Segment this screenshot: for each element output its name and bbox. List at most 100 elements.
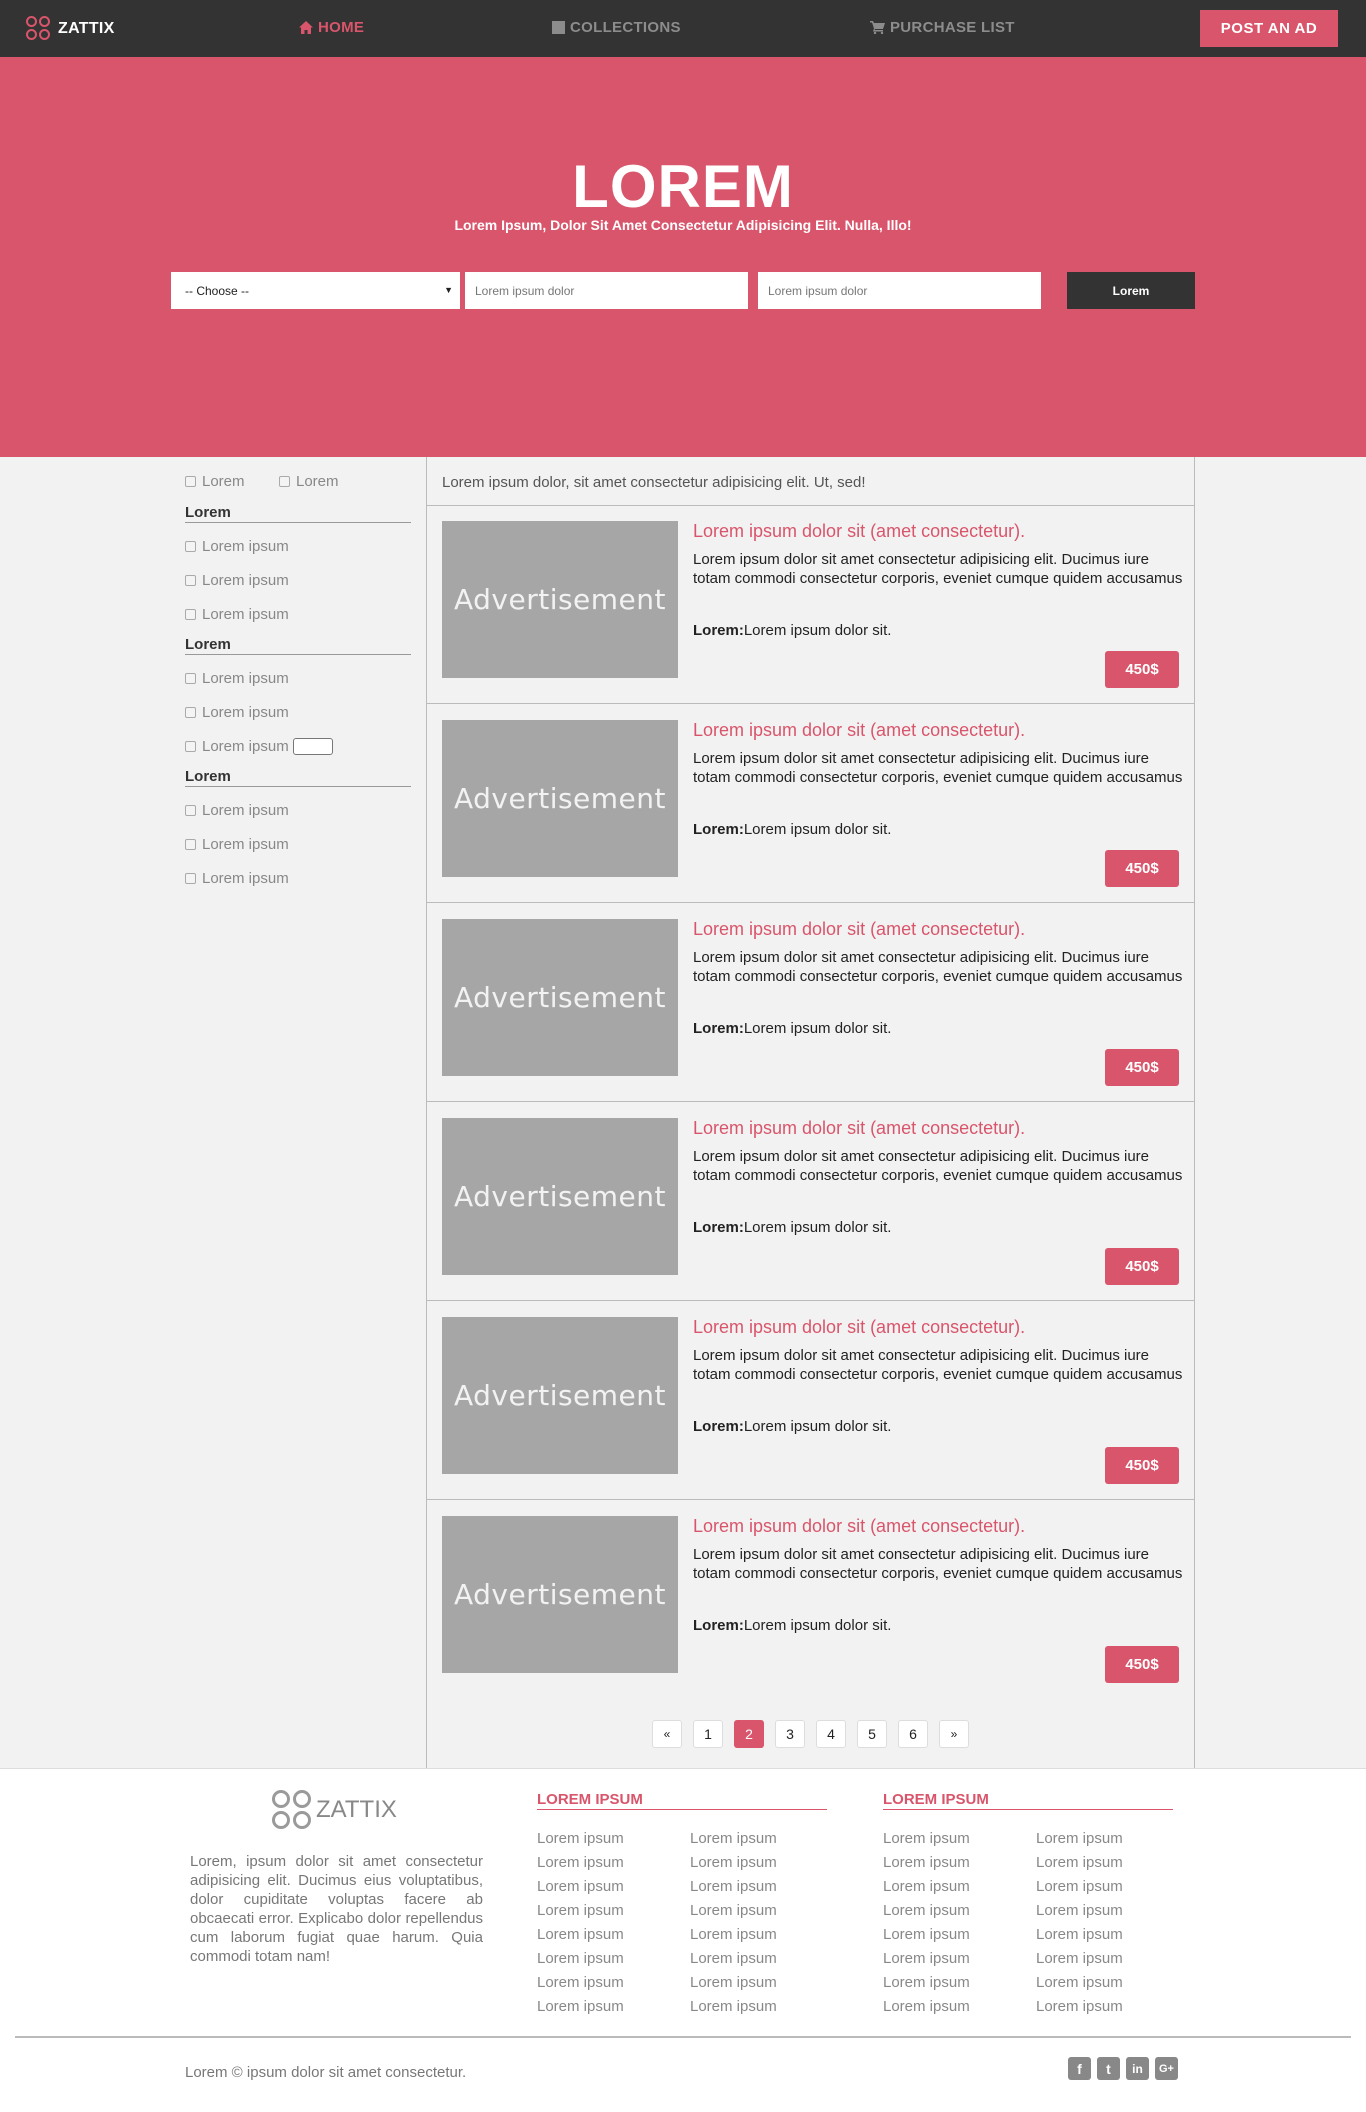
footer-link[interactable]: Lorem ipsum — [1036, 1853, 1176, 1877]
footer-link[interactable]: Lorem ipsum — [883, 1877, 1023, 1901]
ad-price-button[interactable]: 450$ — [1105, 651, 1179, 688]
filter-option[interactable]: Lorem ipsum — [185, 738, 333, 755]
search-input-2[interactable] — [758, 272, 1041, 309]
nav-home[interactable]: HOME — [299, 19, 364, 36]
ad-image[interactable]: Advertisement — [442, 1317, 678, 1474]
ad-price-button[interactable]: 450$ — [1105, 1248, 1179, 1285]
footer-link[interactable]: Lorem ipsum — [537, 1829, 677, 1853]
filter-option[interactable]: Lorem ipsum — [185, 704, 289, 721]
checkbox[interactable] — [185, 741, 196, 752]
footer-link[interactable]: Lorem ipsum — [883, 1853, 1023, 1877]
ad-title[interactable]: Lorem ipsum dolor sit (amet consectetur)… — [693, 1317, 1025, 1338]
footer-link[interactable]: Lorem ipsum — [1036, 1901, 1176, 1925]
footer-link[interactable]: Lorem ipsum — [690, 1829, 830, 1853]
footer-link[interactable]: Lorem ipsum — [537, 1973, 677, 1997]
footer-link[interactable]: Lorem ipsum — [690, 1877, 830, 1901]
footer-link[interactable]: Lorem ipsum — [537, 1853, 677, 1877]
checkbox[interactable] — [185, 541, 196, 552]
pagination-next[interactable]: » — [939, 1720, 969, 1748]
ad-price-button[interactable]: 450$ — [1105, 1049, 1179, 1086]
footer-link[interactable]: Lorem ipsum — [883, 1997, 1023, 2021]
ad-card[interactable]: Advertisement Lorem ipsum dolor sit (ame… — [427, 1102, 1194, 1300]
checkbox[interactable] — [185, 673, 196, 684]
footer-link[interactable]: Lorem ipsum — [690, 1997, 830, 2021]
footer-link[interactable]: Lorem ipsum — [1036, 1829, 1176, 1853]
top-filter-check-2[interactable]: Lorem — [279, 473, 339, 490]
footer-link[interactable]: Lorem ipsum — [690, 1853, 830, 1877]
filter-option[interactable]: Lorem ipsum — [185, 606, 289, 623]
pagination-page-2[interactable]: 2 — [734, 1720, 764, 1748]
footer-brand[interactable]: ZATTIX — [272, 1790, 397, 1830]
ad-price-button[interactable]: 450$ — [1105, 850, 1179, 887]
ad-title[interactable]: Lorem ipsum dolor sit (amet consectetur)… — [693, 521, 1025, 542]
checkbox[interactable] — [185, 839, 196, 850]
footer-link[interactable]: Lorem ipsum — [537, 1949, 677, 1973]
footer-link[interactable]: Lorem ipsum — [537, 1877, 677, 1901]
filter-option[interactable]: Lorem ipsum — [185, 572, 289, 589]
search-input-1[interactable] — [465, 272, 748, 309]
checkbox[interactable] — [279, 476, 290, 487]
ad-image[interactable]: Advertisement — [442, 720, 678, 877]
footer-link[interactable]: Lorem ipsum — [1036, 1973, 1176, 1997]
footer-link[interactable]: Lorem ipsum — [883, 1925, 1023, 1949]
top-filter-check-1[interactable]: Lorem — [185, 473, 245, 490]
checkbox[interactable] — [185, 575, 196, 586]
footer-link[interactable]: Lorem ipsum — [690, 1949, 830, 1973]
post-an-ad-button[interactable]: POST AN AD — [1200, 10, 1338, 47]
twitter-icon[interactable]: t — [1097, 2057, 1120, 2080]
footer-link[interactable]: Lorem ipsum — [1036, 1949, 1176, 1973]
footer-link[interactable]: Lorem ipsum — [883, 1973, 1023, 1997]
ad-image[interactable]: Advertisement — [442, 1118, 678, 1275]
checkbox[interactable] — [185, 609, 196, 620]
footer-link[interactable]: Lorem ipsum — [690, 1973, 830, 1997]
ad-title[interactable]: Lorem ipsum dolor sit (amet consectetur)… — [693, 919, 1025, 940]
ad-price-button[interactable]: 450$ — [1105, 1447, 1179, 1484]
pagination-page-4[interactable]: 4 — [816, 1720, 846, 1748]
footer-link[interactable]: Lorem ipsum — [883, 1829, 1023, 1853]
ad-card[interactable]: Advertisement Lorem ipsum dolor sit (ame… — [427, 704, 1194, 902]
checkbox[interactable] — [185, 707, 196, 718]
checkbox[interactable] — [185, 805, 196, 816]
ad-card[interactable]: Advertisement Lorem ipsum dolor sit (ame… — [427, 903, 1194, 1101]
pagination-page-1[interactable]: 1 — [693, 1720, 723, 1748]
ad-title[interactable]: Lorem ipsum dolor sit (amet consectetur)… — [693, 720, 1025, 741]
footer-link[interactable]: Lorem ipsum — [1036, 1925, 1176, 1949]
footer-link[interactable]: Lorem ipsum — [1036, 1877, 1176, 1901]
footer-link[interactable]: Lorem ipsum — [537, 1997, 677, 2021]
footer-link[interactable]: Lorem ipsum — [690, 1901, 830, 1925]
pagination-page-5[interactable]: 5 — [857, 1720, 887, 1748]
ad-image[interactable]: Advertisement — [442, 521, 678, 678]
linkedin-icon[interactable]: in — [1126, 2057, 1149, 2080]
number-input[interactable] — [292, 738, 333, 755]
ad-card[interactable]: Advertisement Lorem ipsum dolor sit (ame… — [427, 1301, 1194, 1499]
checkbox[interactable] — [185, 476, 196, 487]
footer-link[interactable]: Lorem ipsum — [1036, 1997, 1176, 2021]
footer-link[interactable]: Lorem ipsum — [883, 1949, 1023, 1973]
ad-image[interactable]: Advertisement — [442, 1516, 678, 1673]
footer-link[interactable]: Lorem ipsum — [537, 1925, 677, 1949]
pagination-page-6[interactable]: 6 — [898, 1720, 928, 1748]
footer-link[interactable]: Lorem ipsum — [690, 1925, 830, 1949]
footer-link[interactable]: Lorem ipsum — [883, 1901, 1023, 1925]
pagination-prev[interactable]: « — [652, 1720, 682, 1748]
facebook-icon[interactable]: f — [1068, 2057, 1091, 2080]
checkbox[interactable] — [185, 873, 196, 884]
search-button[interactable]: Lorem — [1067, 272, 1195, 309]
brand[interactable]: ZATTIX — [26, 14, 115, 44]
filter-option[interactable]: Lorem ipsum — [185, 870, 289, 887]
nav-purchase-list[interactable]: PURCHASE LIST — [870, 19, 1015, 36]
ad-card[interactable]: Advertisement Lorem ipsum dolor sit (ame… — [427, 1500, 1194, 1698]
pagination-page-3[interactable]: 3 — [775, 1720, 805, 1748]
filter-option[interactable]: Lorem ipsum — [185, 836, 289, 853]
ad-title[interactable]: Lorem ipsum dolor sit (amet consectetur)… — [693, 1118, 1025, 1139]
nav-collections[interactable]: COLLECTIONS — [552, 19, 681, 36]
ad-card[interactable]: Advertisement Lorem ipsum dolor sit (ame… — [427, 505, 1194, 703]
filter-option[interactable]: Lorem ipsum — [185, 538, 289, 555]
ad-price-button[interactable]: 450$ — [1105, 1646, 1179, 1683]
filter-option[interactable]: Lorem ipsum — [185, 670, 289, 687]
ad-image[interactable]: Advertisement — [442, 919, 678, 1076]
filter-option[interactable]: Lorem ipsum — [185, 802, 289, 819]
category-select[interactable]: -- Choose -- ▼ — [171, 272, 460, 309]
google-plus-icon[interactable]: G+ — [1155, 2057, 1178, 2080]
ad-title[interactable]: Lorem ipsum dolor sit (amet consectetur)… — [693, 1516, 1025, 1537]
